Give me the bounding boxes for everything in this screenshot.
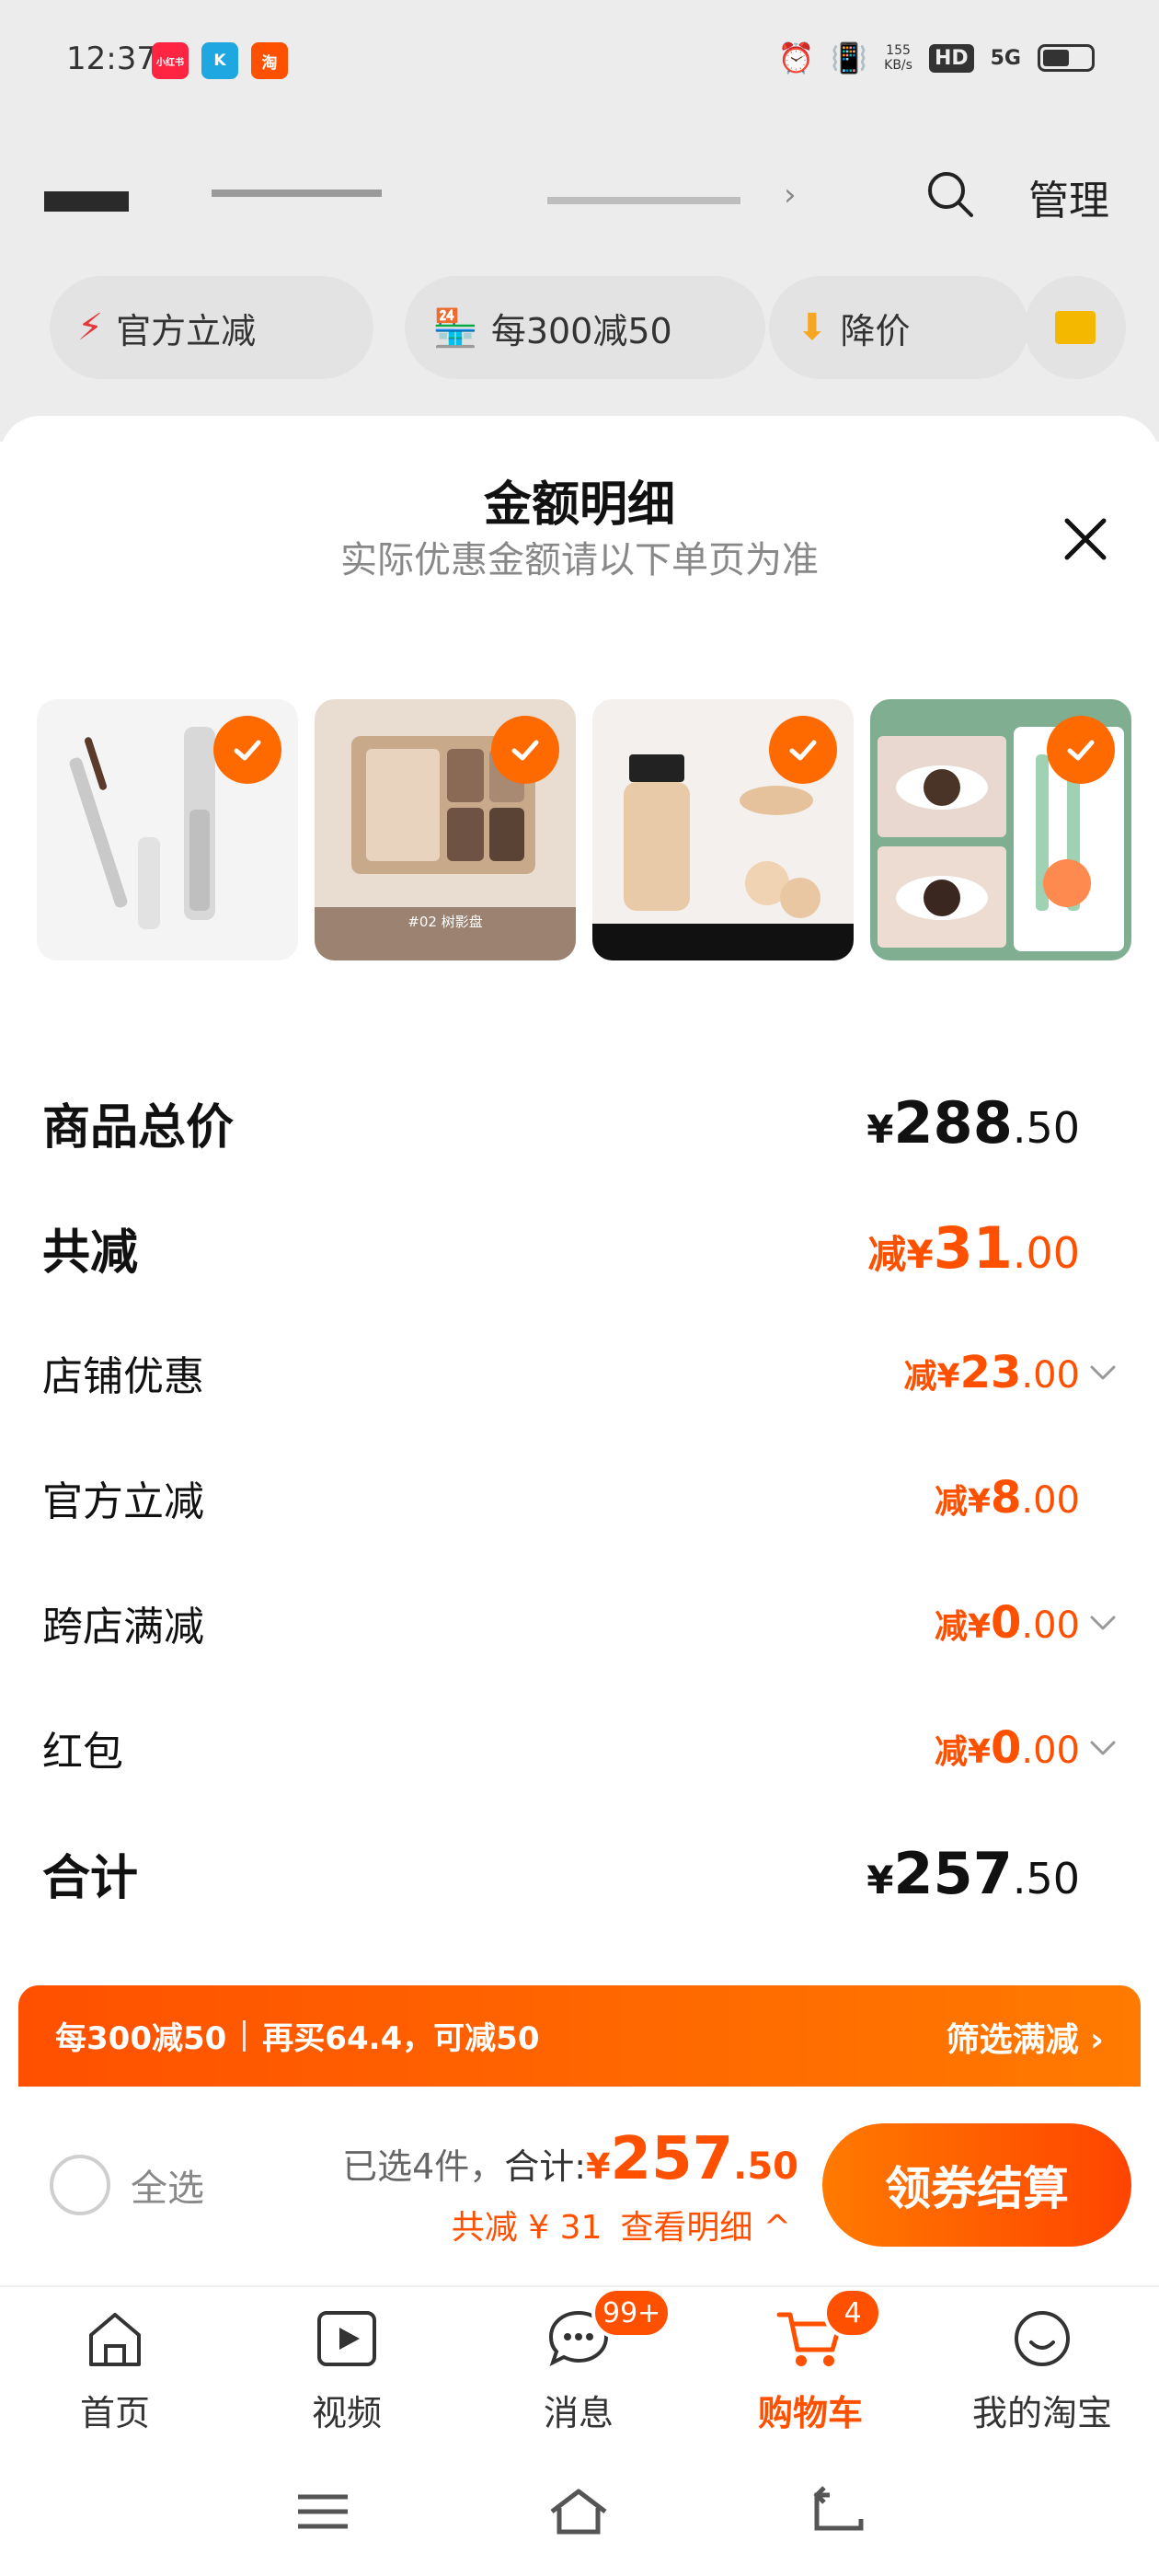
dimmed-background: 12:37 小红书 K 淘 ⏰ 📳 155 KB/s HD 5G › 管理 ⚡ 官… — [0, 0, 1159, 442]
bottom-tab-bar: 首页 视频 99+ 消息 4 购物车 我的淘宝 — [0, 2285, 1159, 2447]
product-thumb-foundation[interactable] — [592, 699, 854, 960]
cart-header: › 管理 — [0, 156, 1159, 239]
row-label: 官方立减 — [42, 1478, 204, 1525]
total-summary: 已选4件， 合计: ¥ 257 .50 — [342, 2125, 798, 2193]
checked-icon[interactable] — [769, 716, 837, 784]
row-label: 店铺优惠 — [42, 1353, 204, 1400]
row-official-discount: 官方立减 减¥ 8.00 — [0, 1435, 1159, 1560]
row-value: 减¥ 23.00 — [903, 1347, 1080, 1398]
taobao-app-icon: 淘 — [251, 42, 288, 79]
row-value: ¥257.50 — [866, 1839, 1080, 1907]
sheet-subtitle: 实际优惠金额请以下单页为准 — [340, 539, 819, 581]
product-thumb-mascara[interactable] — [37, 699, 298, 960]
row-label: 跨店满减 — [42, 1604, 204, 1650]
row-total-discount: 共减 减¥ 31.00 — [0, 1185, 1159, 1310]
chevron-right-icon[interactable]: › — [784, 177, 797, 213]
row-label: 合计 — [42, 1850, 139, 1906]
vibrate-icon: 📳 — [831, 40, 868, 75]
filter-folder[interactable] — [1025, 276, 1126, 379]
thumb-redacted-bar — [592, 924, 854, 960]
tab-home[interactable]: 首页 — [18, 2302, 212, 2440]
row-value: 减¥ 0.00 — [934, 1597, 1080, 1649]
checkout-button[interactable]: 领券结算 — [822, 2123, 1131, 2247]
chevron-down-icon[interactable] — [1087, 1732, 1119, 1764]
home-nav-icon[interactable] — [546, 2484, 611, 2539]
folder-icon — [1055, 311, 1096, 344]
row-value: 减¥ 31.00 — [867, 1213, 1080, 1282]
row-red-packet[interactable]: 红包 减¥ 0.00 — [0, 1685, 1159, 1811]
chevron-down-icon[interactable] — [1087, 1357, 1119, 1388]
xiaohongshu-app-icon: 小红书 — [152, 42, 189, 79]
tab-cart[interactable]: 4 购物车 — [714, 2287, 907, 2440]
select-all-label[interactable]: 全选 — [131, 2158, 204, 2212]
manage-button[interactable]: 管理 — [1028, 167, 1109, 226]
sheet-title: 金额明细 — [483, 477, 675, 533]
row-value: ¥288.50 — [866, 1088, 1080, 1156]
tab-video[interactable]: 视频 — [250, 2302, 443, 2440]
discount-summary[interactable]: 共减 ¥ 31 查看明细 ^ — [452, 2201, 791, 2248]
unread-badge: 99+ — [591, 2287, 672, 2339]
video-icon — [317, 2311, 376, 2366]
checked-icon[interactable] — [1047, 716, 1115, 784]
battery-icon — [1038, 44, 1095, 72]
search-icon[interactable] — [925, 169, 975, 219]
back-icon[interactable] — [806, 2484, 870, 2539]
filter-price-drop[interactable]: ⬇ 降价 — [769, 276, 1028, 379]
row-sum: 合计 ¥257.50 — [0, 1811, 1159, 1936]
row-label: 红包 — [42, 1729, 123, 1776]
product-thumb-eyeliner[interactable] — [870, 699, 1131, 960]
row-cross-store-discount[interactable]: 跨店满减 减¥ 0.00 — [0, 1560, 1159, 1685]
row-shop-discount[interactable]: 店铺优惠 减¥ 23.00 — [0, 1310, 1159, 1435]
status-bar: 12:37 小红书 K 淘 ⏰ 📳 155 KB/s HD 5G — [0, 0, 1159, 120]
row-value: 减¥ 0.00 — [934, 1722, 1080, 1774]
status-app-icons: 小红书 K 淘 — [152, 42, 288, 79]
product-thumb-eyeshadow[interactable]: #02 树影盘 — [315, 699, 576, 960]
redacted-title — [44, 191, 129, 212]
product-thumbnails: #02 树影盘 — [37, 699, 1159, 960]
row-label: 共减 — [42, 1225, 139, 1281]
row-label: 商品总价 — [42, 1099, 235, 1156]
lightning-icon: ⚡ — [77, 306, 104, 349]
alarm-icon: ⏰ — [777, 40, 815, 75]
row-total-price: 商品总价 ¥288.50 — [0, 1060, 1159, 1185]
promo-text: 每300减50 再买64.4，可减50 — [55, 2019, 540, 2057]
home-icon — [89, 2313, 141, 2366]
network-speed: 155 KB/s — [884, 43, 912, 73]
view-details-link[interactable]: 查看明细 ^ — [620, 2201, 791, 2248]
shop-icon: 🏪 — [432, 306, 478, 350]
filter-chips: ⚡ 官方立减 🏪 每300减50 ⬇ 降价 — [0, 276, 1159, 383]
checkout-bar: 全选 已选4件， 合计: ¥ 257 .50 共减 ¥ 31 查看明细 ^ 领券… — [0, 2087, 1159, 2285]
k-app-icon: K — [201, 42, 238, 79]
filter-spend-300[interactable]: 🏪 每300减50 — [405, 276, 765, 379]
checked-icon[interactable] — [213, 716, 281, 784]
select-all-radio[interactable] — [50, 2155, 110, 2215]
status-time: 12:37 — [66, 40, 156, 77]
arrow-down-icon: ⬇ — [797, 306, 828, 349]
cart-count-badge: 4 — [823, 2287, 882, 2339]
divider — [243, 2019, 247, 2052]
signal-5g-icon: 5G — [990, 46, 1021, 70]
hd-indicator: HD — [928, 43, 974, 73]
thumb-caption: #02 树影盘 — [315, 907, 576, 960]
checked-icon[interactable] — [491, 716, 559, 784]
row-value: 减¥ 8.00 — [934, 1472, 1080, 1524]
status-indicators: ⏰ 📳 155 KB/s HD 5G — [777, 40, 1095, 75]
system-navigation-bar — [0, 2447, 1159, 2576]
filter-official-discount[interactable]: ⚡ 官方立减 — [50, 276, 373, 379]
redacted-text — [212, 190, 382, 197]
tab-messages[interactable]: 99+ 消息 — [482, 2287, 675, 2440]
promo-banner[interactable]: 每300减50 再买64.4，可减50 筛选满减 › — [18, 1985, 1141, 2087]
redacted-address — [547, 197, 740, 204]
profile-icon — [1015, 2311, 1070, 2366]
chevron-down-icon[interactable] — [1087, 1607, 1119, 1639]
filter-discount-link[interactable]: 筛选满减 › — [947, 2013, 1104, 2061]
menu-icon[interactable] — [291, 2484, 355, 2539]
tab-my-taobao[interactable]: 我的淘宝 — [946, 2302, 1139, 2440]
close-icon[interactable] — [1056, 510, 1115, 569]
